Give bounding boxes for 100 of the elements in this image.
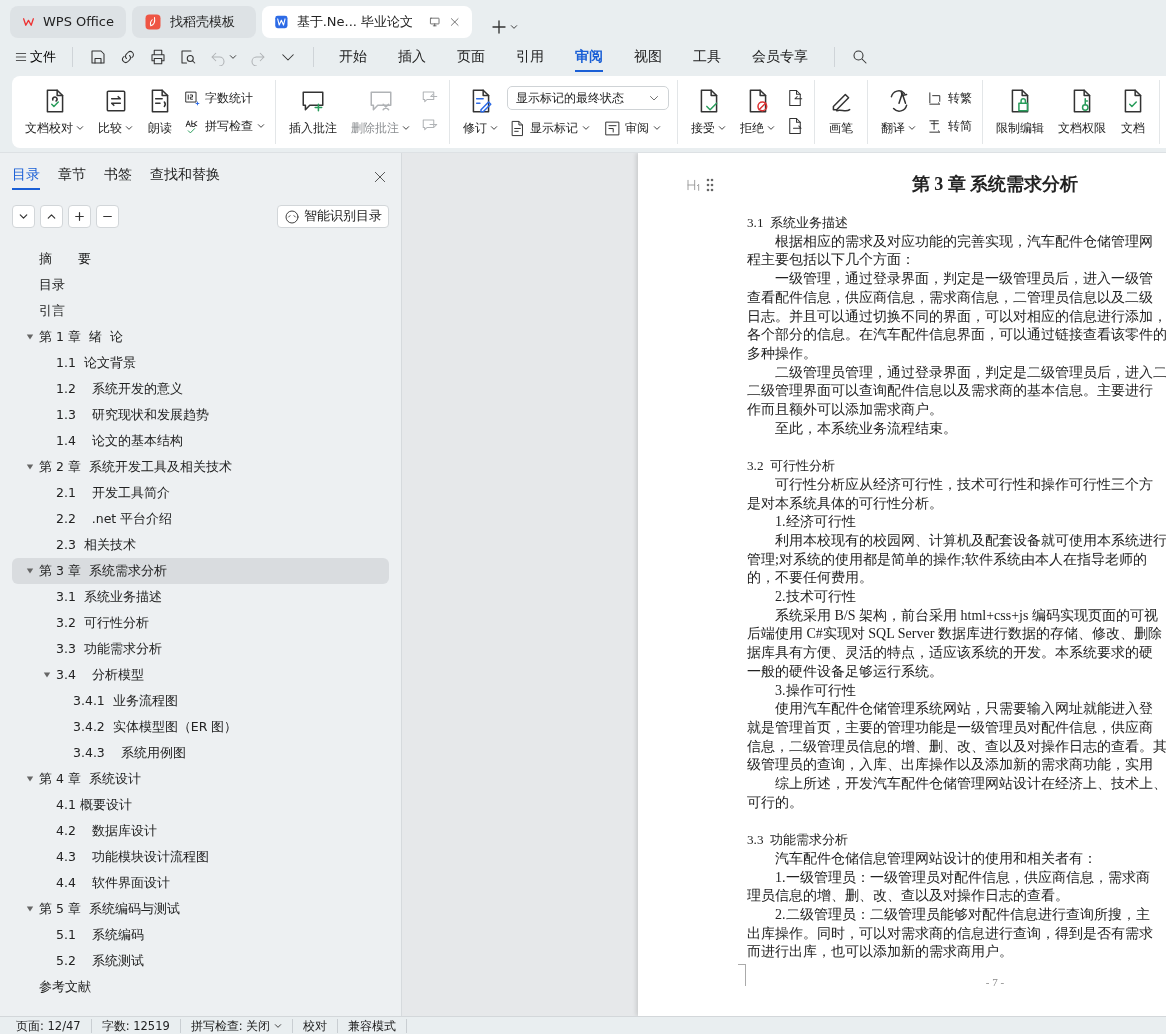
ribbon-button[interactable]: 画笔: [823, 85, 859, 139]
ribbon-button[interactable]: 文档校对: [20, 85, 89, 139]
status-item[interactable]: 校对: [293, 1018, 339, 1033]
ribbon-button[interactable]: 翻译: [876, 85, 921, 139]
toc-item[interactable]: 4.2 数据库设计: [12, 818, 389, 844]
status-item[interactable]: 拼写检查: 关闭: [180, 1018, 294, 1033]
status-item[interactable]: 字数: 12519: [91, 1018, 181, 1033]
toc-item[interactable]: 5.1 系统编码: [12, 922, 389, 948]
ribbon-button[interactable]: 插入批注: [284, 85, 342, 139]
text-line: 使用汽车配件仓储管理系统网站，只需要输入网址就能进入登: [774, 700, 1153, 719]
text-line: 日志。并且可以通过切换不同的界面，可以对相应的信息进行添加，: [747, 307, 1166, 326]
print-preview-icon: [179, 48, 197, 66]
toc-item[interactable]: 第 3 章 系统需求分析: [12, 558, 389, 584]
ribbon-button[interactable]: 文档: [1115, 85, 1151, 139]
panel-tab[interactable]: 章节: [58, 164, 86, 190]
toc-item[interactable]: 3.3 功能需求分析: [12, 636, 389, 662]
menu-icon: [14, 50, 28, 64]
markup-select[interactable]: 显示标记的最终状态: [507, 86, 669, 110]
toc-item[interactable]: 1.3 研究现状和发展趋势: [12, 402, 389, 428]
toc-item[interactable]: 1.4 论文的基本结构: [12, 428, 389, 454]
status-item[interactable]: 页面: 12/47: [16, 1018, 92, 1033]
panel-tab[interactable]: 查找和替换: [150, 164, 220, 190]
expand-button[interactable]: [12, 205, 35, 228]
toc-item[interactable]: 3.4.3 系统用例图: [12, 740, 389, 766]
caret-icon: [767, 123, 775, 132]
ribbon-button[interactable]: 转简: [925, 116, 974, 136]
ribbon-button[interactable]: 修订: [458, 85, 503, 139]
ribbon-button[interactable]: 朗读: [142, 85, 178, 139]
ribbon-button[interactable]: 文档权限: [1053, 85, 1111, 139]
toc-item[interactable]: 2.1 开发工具简介: [12, 480, 389, 506]
review-pane-icon: [604, 119, 621, 137]
toc-item[interactable]: 3.4.1 业务流程图: [12, 688, 389, 714]
close-icon: [448, 15, 460, 29]
toc-item[interactable]: 3.4.2 实体模型图（ER 图）: [12, 714, 389, 740]
ribbon-button[interactable]: 比较: [93, 85, 138, 139]
text-line: 后端使用 C#实现对 SQL Server 数据库进行数据的存储、修改、删除: [747, 625, 1162, 644]
toc-item[interactable]: 2.3 相关技术: [12, 532, 389, 558]
toc-item[interactable]: 目录: [12, 272, 389, 298]
ribbon-tab[interactable]: 会员专享: [752, 41, 808, 73]
collapse-button[interactable]: [40, 205, 63, 228]
toc-item[interactable]: 参考文献: [12, 974, 389, 1000]
toc-item[interactable]: 摘 要: [12, 246, 389, 272]
toc-item[interactable]: 4.1 概要设计: [12, 792, 389, 818]
ribbon-button[interactable]: 显示标记: [507, 118, 592, 138]
toc-item[interactable]: 第 2 章 系统开发工具及相关技术: [12, 454, 389, 480]
ribbon-tab[interactable]: 插入: [398, 41, 426, 73]
toc-item[interactable]: 4.4 软件界面设计: [12, 870, 389, 896]
toc-item[interactable]: 第 5 章 系统编码与测试: [12, 896, 389, 922]
text-line: 根据相应的需求及对应功能的完善实现，汽车配件仓储管理网: [774, 232, 1153, 251]
ribbon-button[interactable]: 转繁: [925, 88, 974, 108]
file-menu[interactable]: 文件: [10, 45, 60, 69]
smart-toc-button[interactable]: 智能识别目录: [277, 205, 389, 228]
text-line: 程主要包括以下几个方面：: [747, 251, 915, 270]
ribbon-tab[interactable]: 审阅: [575, 41, 603, 73]
toc-item[interactable]: 3.2 可行性分析: [12, 610, 389, 636]
text-line: 多种操作。: [747, 344, 817, 363]
text-line: 作而且额外可以添加需求商户。: [747, 401, 943, 420]
document-tab[interactable]: 基于.Ne... 毕业论文: [262, 6, 472, 38]
caret-icon: [510, 23, 518, 31]
add-heading-button[interactable]: [68, 205, 91, 228]
text-line: 二级管理员管理，通过登录界面，判定是二级管理员后，进入二: [774, 363, 1166, 382]
caret-icon: [582, 124, 590, 132]
template-logo-icon: [144, 13, 162, 31]
text-line: 2.二级管理员：二级管理员能够对配件信息进行查询所搜，主: [774, 906, 1150, 924]
text-line: 至此，本系统业务流程结束。: [774, 419, 957, 438]
toc-item[interactable]: 引言: [12, 298, 389, 324]
caret-icon: [274, 1021, 283, 1030]
panel-tab[interactable]: 目录: [12, 164, 40, 190]
ribbon-tab[interactable]: 引用: [516, 41, 544, 73]
toc-item[interactable]: 3.4 分析模型: [12, 662, 389, 688]
link-icon: [119, 48, 137, 66]
ribbon-button[interactable]: 拒绝: [735, 85, 780, 139]
ribbon-button[interactable]: 审阅: [602, 118, 663, 138]
document-tab[interactable]: WPS Office: [10, 6, 126, 38]
text-line: 信息，二级管理员信息的增、删、改、查以及对操作日志的查看。其: [747, 737, 1166, 756]
toc-item[interactable]: 1.2 系统开发的意义: [12, 376, 389, 402]
document-tab[interactable]: 找稻壳模板: [132, 6, 256, 38]
toc-item[interactable]: 5.2 系统测试: [12, 948, 389, 974]
toc-item[interactable]: 4.3 功能模块设计流程图: [12, 844, 389, 870]
toc-item[interactable]: 2.2 .net 平台介绍: [12, 506, 389, 532]
text-line: 而进行出库，也可以添加新的需求商用户。: [747, 943, 1013, 962]
text-line: 出库操作。同时，可以对需求商的信息进行查询，得到是否有需求: [747, 924, 1153, 943]
ribbon-button[interactable]: 限制编辑: [991, 85, 1049, 139]
toc-item[interactable]: 第 1 章 绪 论: [12, 324, 389, 350]
ribbon-tab[interactable]: 开始: [339, 41, 367, 73]
ribbon-button[interactable]: 接受: [686, 85, 731, 139]
toc-item[interactable]: 第 4 章 系统设计: [12, 766, 389, 792]
window-icon: [429, 15, 441, 29]
ribbon-button[interactable]: 拼写检查: [182, 116, 267, 136]
status-item[interactable]: 兼容模式: [338, 1018, 408, 1033]
close-icon: [373, 170, 387, 184]
ribbon-tab[interactable]: 视图: [634, 41, 662, 73]
panel-tab[interactable]: 书签: [104, 164, 132, 190]
toc-item[interactable]: 1.1 论文背景: [12, 350, 389, 376]
ribbon-tab[interactable]: 页面: [457, 41, 485, 73]
text-line: 级管理员的查询，入库、出库操作以及添加新的需求商功能，实用: [747, 756, 1153, 775]
plus-icon: [490, 18, 508, 36]
ribbon-button[interactable]: 字数统计: [182, 88, 255, 108]
ribbon-tab[interactable]: 工具: [693, 41, 721, 73]
toc-item[interactable]: 3.1 系统业务描述: [12, 584, 389, 610]
